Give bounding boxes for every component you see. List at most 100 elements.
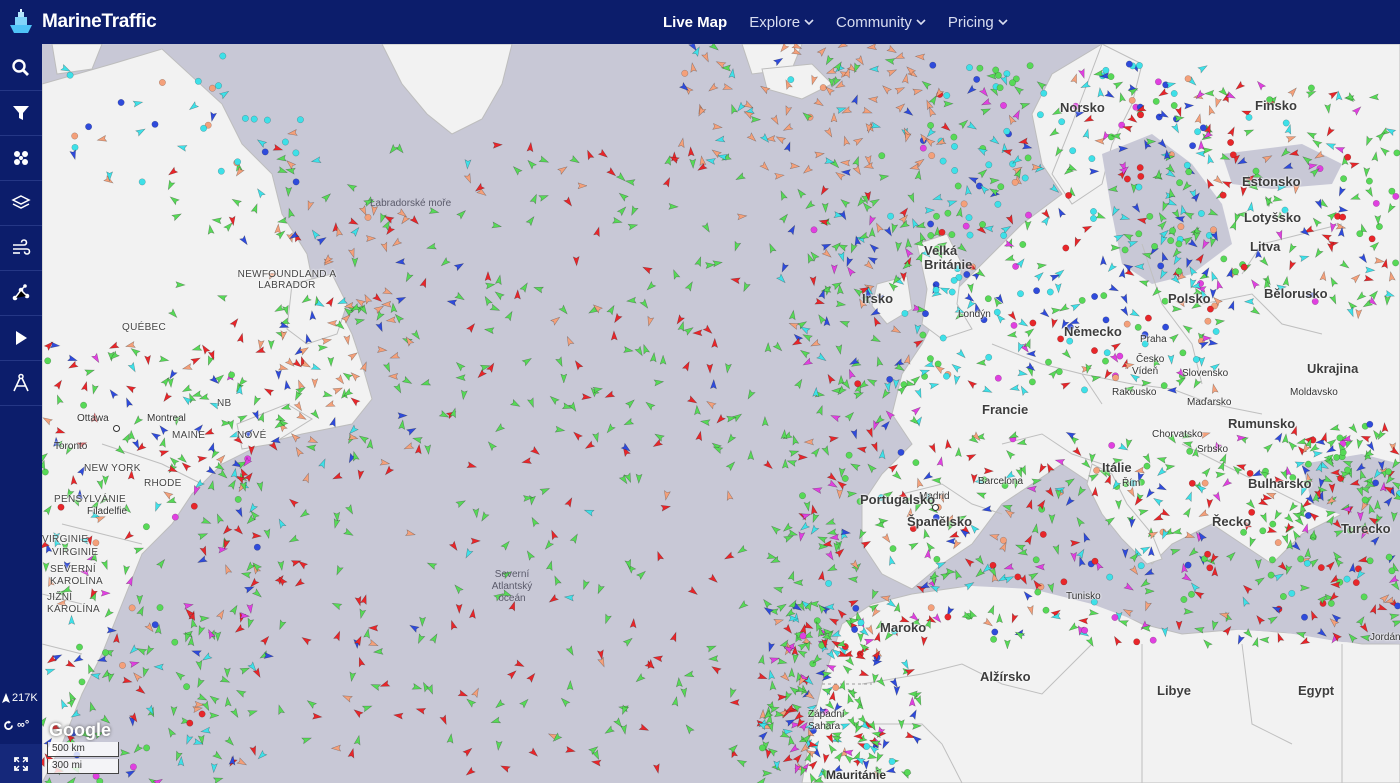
vessel-marker[interactable] <box>208 694 220 705</box>
vessel-marker[interactable] <box>572 430 584 442</box>
vessel-marker[interactable] <box>868 226 876 238</box>
vessel-marker[interactable] <box>454 291 466 302</box>
vessel-marker[interactable] <box>899 206 910 218</box>
vessel-marker[interactable] <box>634 672 646 684</box>
anchored-vessel-marker[interactable] <box>1149 636 1157 644</box>
vessel-marker[interactable] <box>1279 147 1291 159</box>
anchored-vessel-marker[interactable] <box>1194 128 1202 136</box>
vessel-marker[interactable] <box>456 208 468 220</box>
vessel-marker[interactable] <box>1202 147 1214 155</box>
anchored-vessel-marker[interactable] <box>1204 317 1212 325</box>
anchored-vessel-marker[interactable] <box>938 228 946 236</box>
vessel-marker[interactable] <box>1247 536 1257 548</box>
vessel-marker[interactable] <box>419 277 429 289</box>
anchored-vessel-marker[interactable] <box>1392 192 1400 200</box>
vessel-marker[interactable] <box>597 148 609 159</box>
vessel-marker[interactable] <box>736 544 748 555</box>
vessel-marker[interactable] <box>975 359 987 366</box>
vessel-marker[interactable] <box>398 419 406 430</box>
anchored-vessel-marker[interactable] <box>933 555 941 563</box>
anchored-vessel-marker[interactable] <box>171 638 179 646</box>
vessel-marker[interactable] <box>1037 462 1047 474</box>
vessel-marker[interactable] <box>448 540 459 552</box>
vessel-marker[interactable] <box>592 432 601 443</box>
vessel-marker[interactable] <box>910 374 922 386</box>
vessel-marker[interactable] <box>416 633 426 645</box>
vessel-marker[interactable] <box>197 531 209 541</box>
anchored-vessel-marker[interactable] <box>76 643 83 651</box>
vessel-marker[interactable] <box>583 507 595 517</box>
vessel-marker[interactable] <box>513 659 526 669</box>
vessel-marker[interactable] <box>1205 178 1215 190</box>
vessel-marker[interactable] <box>1286 440 1298 451</box>
vessel-marker[interactable] <box>236 332 245 344</box>
vessel-marker[interactable] <box>1374 214 1382 226</box>
vessel-marker[interactable] <box>235 506 245 518</box>
vessel-marker[interactable] <box>332 385 344 395</box>
vessel-marker[interactable] <box>387 373 399 380</box>
vessel-marker[interactable] <box>209 448 220 460</box>
routes-tool[interactable] <box>0 271 42 316</box>
vessel-marker[interactable] <box>235 688 247 698</box>
anchored-vessel-marker[interactable] <box>1175 267 1183 275</box>
vessel-marker[interactable] <box>850 428 859 440</box>
vessel-marker[interactable] <box>125 383 137 394</box>
vessel-marker[interactable] <box>759 161 771 173</box>
vessel-marker[interactable] <box>1024 534 1035 546</box>
vessel-marker[interactable] <box>593 226 602 238</box>
vessel-marker[interactable] <box>612 312 623 324</box>
anchored-vessel-marker[interactable] <box>996 84 1004 92</box>
vessel-marker[interactable] <box>828 690 836 702</box>
vessel-marker[interactable] <box>849 461 861 472</box>
vessel-marker[interactable] <box>788 448 800 458</box>
vessel-marker[interactable] <box>383 465 395 477</box>
vessel-marker[interactable] <box>850 94 860 106</box>
vessel-marker[interactable] <box>1083 114 1095 124</box>
vessel-marker[interactable] <box>764 342 772 353</box>
vessel-marker[interactable] <box>870 334 882 344</box>
anchored-vessel-marker[interactable] <box>261 148 269 156</box>
vessel-marker[interactable] <box>122 564 131 576</box>
vessel-marker[interactable] <box>307 435 319 445</box>
vessel-marker[interactable] <box>1358 252 1369 265</box>
anchored-vessel-marker[interactable] <box>1137 172 1145 180</box>
vessel-marker[interactable] <box>663 490 671 501</box>
vessel-marker[interactable] <box>331 601 343 611</box>
vessel-marker[interactable] <box>788 667 796 678</box>
vessel-marker[interactable] <box>830 112 838 123</box>
anchored-vessel-marker[interactable] <box>1036 111 1044 119</box>
vessel-marker[interactable] <box>907 690 918 698</box>
vessel-marker[interactable] <box>359 361 369 373</box>
vessel-marker[interactable] <box>1364 186 1376 198</box>
vessel-marker[interactable] <box>1325 560 1337 571</box>
vessel-marker[interactable] <box>324 400 336 410</box>
vessel-marker[interactable] <box>811 747 822 759</box>
anchored-vessel-marker[interactable] <box>151 621 159 629</box>
vessel-marker[interactable] <box>168 455 180 467</box>
vessel-marker[interactable] <box>1198 509 1210 519</box>
vessel-marker[interactable] <box>285 186 293 198</box>
vessel-marker[interactable] <box>743 100 755 111</box>
vessel-marker[interactable] <box>1168 332 1180 344</box>
vessel-marker[interactable] <box>347 217 360 227</box>
vessel-marker[interactable] <box>606 304 617 316</box>
anchored-vessel-marker[interactable] <box>681 69 689 77</box>
anchored-vessel-marker[interactable] <box>985 353 993 361</box>
filter-tool[interactable] <box>0 91 42 136</box>
vessel-marker[interactable] <box>1019 385 1029 397</box>
vessel-marker[interactable] <box>1384 295 1392 306</box>
vessel-marker[interactable] <box>1033 270 1046 282</box>
vessel-marker[interactable] <box>1195 253 1206 265</box>
anchored-vessel-marker[interactable] <box>951 167 959 174</box>
vessel-marker[interactable] <box>1210 619 1219 631</box>
vessel-marker[interactable] <box>886 44 898 55</box>
vessel-marker[interactable] <box>538 193 550 202</box>
anchored-vessel-marker[interactable] <box>1339 213 1347 221</box>
anchored-vessel-marker[interactable] <box>1137 562 1145 570</box>
vessel-marker[interactable] <box>1301 154 1313 166</box>
anchored-vessel-marker[interactable] <box>1151 242 1159 250</box>
vessel-marker[interactable] <box>415 706 427 715</box>
vessel-marker[interactable] <box>1110 341 1122 352</box>
anchored-vessel-marker[interactable] <box>215 82 222 90</box>
vessel-marker[interactable] <box>683 670 695 679</box>
